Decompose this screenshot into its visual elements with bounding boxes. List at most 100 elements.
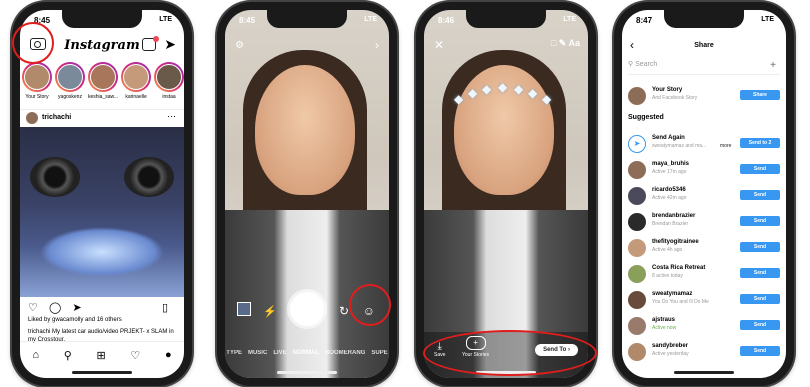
status-signal: LTE xyxy=(364,16,377,23)
send-button[interactable]: Send xyxy=(740,320,780,330)
search-icon: ⚲ xyxy=(628,61,634,68)
contact-row: brendanbrazier Brendan Brazier Send xyxy=(628,210,780,232)
mode-type[interactable]: TYPE xyxy=(226,350,242,356)
row-name: Send Again xyxy=(652,135,685,141)
avatar xyxy=(628,343,646,361)
story-screen: ◆ ◆ ◆ ◆ ◆ ◆ ◆ 8:46 LTE ✕ □ ✎ Aa ⤓ Save +… xyxy=(424,10,588,378)
story-item[interactable]: keshia_saw... xyxy=(88,62,118,106)
phone-share: 8:47 LTE ‹ Share ⚲ Search + Your Story A… xyxy=(614,2,794,386)
shutter-button[interactable] xyxy=(290,292,324,326)
send-to-2-button[interactable]: Send to 2 xyxy=(740,138,780,148)
home-indicator xyxy=(72,371,132,374)
search-field[interactable]: ⚲ Search + xyxy=(628,60,780,75)
avatar xyxy=(628,317,646,335)
flip-camera-icon[interactable]: ↻ xyxy=(339,304,349,318)
heart-icon[interactable]: ♡ xyxy=(28,302,38,314)
status-time: 8:45 xyxy=(239,16,256,25)
draw-icon[interactable]: ✎ xyxy=(559,38,567,48)
profile-icon[interactable]: ● xyxy=(165,349,172,361)
mode-music[interactable]: MUSIC xyxy=(248,350,267,356)
row-sub: 8 active today xyxy=(652,273,683,279)
mode-boomerang[interactable]: BOOMERANG xyxy=(325,350,365,356)
story-name: Your Story xyxy=(25,94,49,100)
likes-text: Liked by gwacamolly and 16 others xyxy=(28,317,122,323)
home-indicator xyxy=(277,371,337,374)
home-indicator xyxy=(674,371,734,374)
story-item[interactable]: Your Story xyxy=(22,62,52,106)
send-icon: ➤ xyxy=(628,135,646,153)
post-username[interactable]: trichachi xyxy=(42,114,71,121)
highlight-circle-face-filter xyxy=(349,284,391,326)
comment-icon[interactable]: ◯ xyxy=(49,302,61,314)
more-icon[interactable]: ⋯ xyxy=(167,111,176,122)
send-button[interactable]: Send xyxy=(740,294,780,304)
chevron-right-icon[interactable]: › xyxy=(375,38,379,52)
gallery-icon[interactable] xyxy=(237,302,251,316)
heart-icon[interactable]: ♡ xyxy=(130,349,140,362)
notification-dot xyxy=(153,36,159,42)
bookmark-icon[interactable]: ▯ xyxy=(162,301,168,314)
page-title: Share xyxy=(694,42,714,49)
avatar xyxy=(628,161,646,179)
avatar xyxy=(628,213,646,231)
row-name: ricardo5346 xyxy=(652,187,686,193)
direct-message-icon[interactable]: ➤ xyxy=(164,36,176,53)
mode-superzoom[interactable]: SUPE xyxy=(371,350,387,356)
your-story-row: Your Story And Facebook Story Share xyxy=(628,84,780,106)
avatar xyxy=(628,87,646,105)
send-button[interactable]: Send xyxy=(740,164,780,174)
suggested-heading: Suggested xyxy=(628,114,664,121)
add-icon[interactable]: + xyxy=(770,60,776,71)
feed-screen: 8:45 LTE Instagram ➤ Your Story yagosken… xyxy=(20,10,184,378)
camera-modes: TYPE MUSIC LIVE NORMAL BOOMERANG SUPE xyxy=(225,350,389,356)
avatar[interactable] xyxy=(26,112,38,124)
search-placeholder: Search xyxy=(635,61,658,68)
share-icon[interactable]: ➤ xyxy=(72,302,81,314)
diamond-crown-filter: ◆ ◆ ◆ ◆ ◆ ◆ ◆ xyxy=(454,80,552,106)
status-bar: 8:47 LTE xyxy=(622,14,786,28)
phone-story-edit: ◆ ◆ ◆ ◆ ◆ ◆ ◆ 8:46 LTE ✕ □ ✎ Aa ⤓ Save +… xyxy=(416,2,596,386)
send-button[interactable]: Send xyxy=(740,346,780,356)
row-sub: You Do You and Ill Do Me xyxy=(652,299,709,305)
share-screen: 8:47 LTE ‹ Share ⚲ Search + Your Story A… xyxy=(622,10,786,378)
flash-icon[interactable]: ⚡ xyxy=(263,305,277,318)
mode-normal[interactable]: NORMAL xyxy=(293,350,319,356)
text-tool[interactable]: Aa xyxy=(568,38,580,48)
row-name: brendanbrazier xyxy=(652,213,696,219)
share-button[interactable]: Share xyxy=(740,90,780,100)
story-item[interactable]: yagoskenz xyxy=(55,62,85,106)
bottom-nav: ⌂ ⚲ ⊞ ♡ ● xyxy=(20,341,184,366)
highlight-oval-bottom-bar xyxy=(423,330,597,376)
post-image[interactable] xyxy=(20,127,184,297)
send-button[interactable]: Send xyxy=(740,242,780,252)
status-signal: LTE xyxy=(159,16,172,23)
story-item[interactable]: karinaelle xyxy=(121,62,152,106)
subject-face xyxy=(255,65,355,195)
send-button[interactable]: Send xyxy=(740,190,780,200)
settings-icon[interactable]: ⚙ xyxy=(235,40,244,51)
avatar xyxy=(57,64,83,90)
add-icon[interactable]: ⊞ xyxy=(96,349,105,362)
contact-row: maya_bruhis Active 17m ago Send xyxy=(628,158,780,180)
row-sub: And Facebook Story xyxy=(652,95,698,101)
more-link[interactable]: more xyxy=(720,143,731,149)
sticker-icon[interactable]: □ xyxy=(551,38,556,48)
status-time: 8:46 xyxy=(438,16,455,25)
story-name: instaa xyxy=(162,94,176,100)
highlight-circle-camera xyxy=(12,22,54,64)
row-name: sweatymamaz xyxy=(652,291,693,297)
mode-live[interactable]: LIVE xyxy=(273,350,286,356)
row-name: thefityogitrainee xyxy=(652,239,699,245)
send-button[interactable]: Send xyxy=(740,268,780,278)
search-icon[interactable]: ⚲ xyxy=(64,349,72,362)
send-button[interactable]: Send xyxy=(740,216,780,226)
close-icon[interactable]: ✕ xyxy=(434,38,444,52)
contact-row: ajstraus Active now Send xyxy=(628,314,780,336)
story-item[interactable]: instaa xyxy=(154,62,184,106)
row-name: sandybreber xyxy=(652,343,689,349)
status-time: 8:47 xyxy=(636,16,653,25)
avatar xyxy=(628,265,646,283)
home-icon[interactable]: ⌂ xyxy=(32,349,39,361)
contact-row: sweatymamaz You Do You and Ill Do Me Sen… xyxy=(628,288,780,310)
contact-row: sandybreber Active yesterday Send xyxy=(628,340,780,362)
